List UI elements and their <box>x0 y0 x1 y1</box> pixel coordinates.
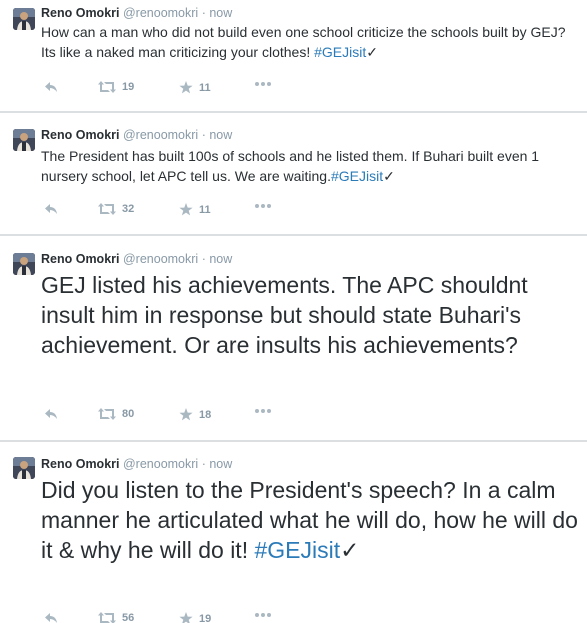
more-button[interactable] <box>254 81 272 87</box>
retweet-button[interactable]: 32 <box>98 203 134 215</box>
retweet-count: 19 <box>122 81 135 93</box>
tweet-header: Reno Omokri @renoomokri · now <box>41 457 232 472</box>
timestamp[interactable]: now <box>209 252 232 266</box>
tweet-text: Did you listen to the President's speech… <box>41 475 581 565</box>
tweet[interactable]: Reno Omokri @renoomokri · now GEJ listed… <box>0 236 587 440</box>
timestamp[interactable]: now <box>209 457 232 471</box>
check-mark: ✓ <box>383 168 395 184</box>
reply-button[interactable] <box>44 408 58 420</box>
tweet-body: The President has built 100s of schools … <box>41 148 540 184</box>
reply-icon <box>45 409 57 419</box>
separator: · <box>201 252 206 266</box>
avatar[interactable] <box>13 253 35 275</box>
star-icon <box>179 408 193 421</box>
more-icon <box>255 82 271 86</box>
retweet-button[interactable]: 56 <box>98 612 134 623</box>
retweet-button[interactable]: 19 <box>98 81 134 93</box>
tweet-header: Reno Omokri @renoomokri · now <box>41 252 232 267</box>
reply-icon <box>45 82 57 92</box>
author-handle[interactable]: @renoomokri <box>123 128 198 142</box>
timestamp[interactable]: now <box>209 128 232 142</box>
retweet-button[interactable]: 80 <box>98 408 134 420</box>
tweet-text: GEJ listed his achievements. The APC sho… <box>41 270 581 360</box>
retweet-icon <box>98 203 116 215</box>
star-icon <box>179 81 193 94</box>
avatar[interactable] <box>13 457 35 479</box>
more-button[interactable] <box>254 203 272 209</box>
retweet-icon <box>98 81 116 93</box>
tweet-header: Reno Omokri @renoomokri · now <box>41 128 232 143</box>
separator: · <box>201 128 206 142</box>
timestamp[interactable]: now <box>209 6 232 20</box>
tweet-text: The President has built 100s of schools … <box>41 146 581 186</box>
favorite-button[interactable]: 11 <box>179 203 211 216</box>
avatar[interactable] <box>13 8 35 30</box>
author-name[interactable]: Reno Omokri <box>41 6 120 20</box>
star-icon <box>179 203 193 216</box>
retweet-icon <box>98 612 116 623</box>
check-mark: ✓ <box>366 44 378 60</box>
favorite-count: 18 <box>199 408 212 421</box>
author-name[interactable]: Reno Omokri <box>41 128 120 142</box>
tweet-body: GEJ listed his achievements. The APC sho… <box>41 272 528 358</box>
author-handle[interactable]: @renoomokri <box>123 457 198 471</box>
tweet[interactable]: Reno Omokri @renoomokri · now Did you li… <box>0 442 587 623</box>
separator: · <box>201 6 206 20</box>
reply-button[interactable] <box>44 81 58 93</box>
favorite-count: 19 <box>199 612 212 623</box>
retweet-count: 32 <box>122 203 135 215</box>
avatar[interactable] <box>13 129 35 151</box>
author-handle[interactable]: @renoomokri <box>123 252 198 266</box>
more-button[interactable] <box>254 612 272 618</box>
author-name[interactable]: Reno Omokri <box>41 252 120 266</box>
more-icon <box>255 409 271 413</box>
tweet-timeline: Reno Omokri @renoomokri · now How can a … <box>0 0 587 623</box>
reply-button[interactable] <box>44 612 58 623</box>
tweet[interactable]: Reno Omokri @renoomokri · now The Presid… <box>0 113 587 234</box>
more-button[interactable] <box>254 408 272 414</box>
tweet-body: How can a man who did not build even one… <box>41 24 566 60</box>
hashtag-link[interactable]: #GEJisit <box>331 168 383 184</box>
more-icon <box>255 204 271 208</box>
author-handle[interactable]: @renoomokri <box>123 6 198 20</box>
more-icon <box>255 613 271 617</box>
author-name[interactable]: Reno Omokri <box>41 457 120 471</box>
favorite-button[interactable]: 18 <box>179 408 211 421</box>
separator: · <box>201 457 206 471</box>
favorite-button[interactable]: 19 <box>179 612 211 623</box>
check-mark: ✓ <box>340 537 360 563</box>
hashtag-link[interactable]: #GEJisit <box>254 537 340 563</box>
retweet-icon <box>98 408 116 420</box>
retweet-count: 80 <box>122 408 135 420</box>
reply-button[interactable] <box>44 203 58 215</box>
favorite-count: 11 <box>199 81 211 94</box>
favorite-count: 11 <box>199 203 211 216</box>
star-icon <box>179 612 193 623</box>
tweet-header: Reno Omokri @renoomokri · now <box>41 6 232 21</box>
favorite-button[interactable]: 11 <box>179 81 211 94</box>
tweet[interactable]: Reno Omokri @renoomokri · now How can a … <box>0 0 587 111</box>
hashtag-link[interactable]: #GEJisit <box>314 44 366 60</box>
reply-icon <box>45 204 57 214</box>
reply-icon <box>45 613 57 623</box>
tweet-text: How can a man who did not build even one… <box>41 22 581 62</box>
retweet-count: 56 <box>122 612 135 623</box>
